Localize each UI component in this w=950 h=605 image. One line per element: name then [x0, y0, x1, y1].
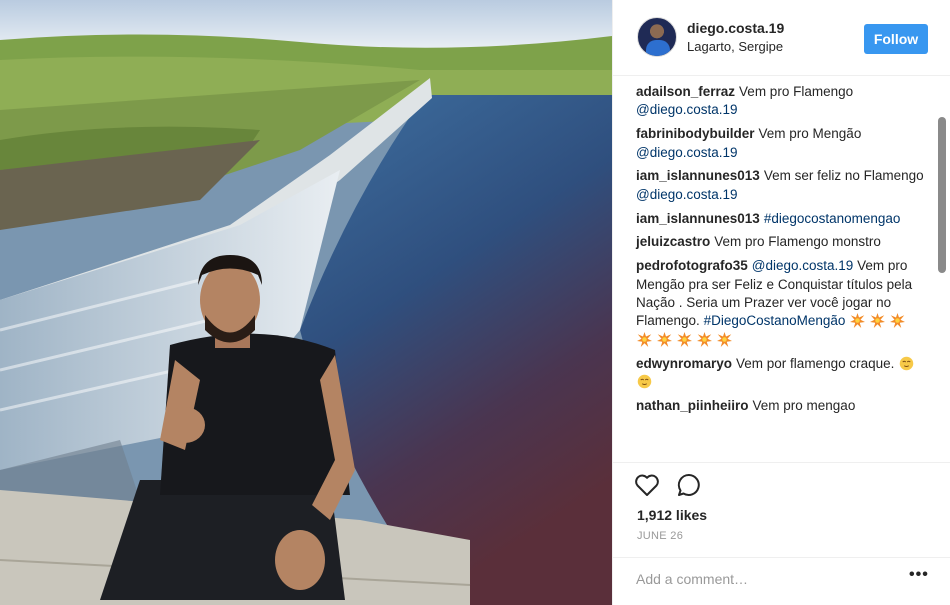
comment-item: adailson_ferraz Vem pro Flamengo @diego.c… [636, 83, 926, 120]
collision-emoji [697, 331, 712, 347]
likes-count[interactable]: 1,912 likes [637, 507, 707, 523]
post-header: diego.costa.19 Lagarto, Sergipe Follow [613, 0, 950, 76]
comments-scrollbar[interactable] [938, 117, 946, 273]
collision-emoji [890, 313, 906, 329]
post-photo [0, 0, 612, 605]
collision-emoji [637, 331, 652, 347]
comments-section[interactable]: adailson_ferraz Vem pro Flamengo @diego.c… [613, 77, 950, 462]
comment-username[interactable]: iam_islannunes013 [636, 211, 760, 226]
post-actions: 1,912 likes JUNE 26 [613, 462, 950, 557]
collision-emoji [677, 331, 692, 347]
comment-mention[interactable]: @diego.costa.19 [636, 145, 738, 160]
comment-username[interactable]: jeluizcastro [636, 234, 710, 249]
post-location[interactable]: Lagarto, Sergipe [687, 39, 783, 54]
collision-emoji [850, 313, 866, 329]
comment-mention[interactable]: @diego.costa.19 [636, 102, 738, 117]
post-date: JUNE 26 [637, 530, 684, 542]
follow-button[interactable]: Follow [864, 24, 928, 54]
post-side-panel: diego.costa.19 Lagarto, Sergipe Follow a… [612, 0, 950, 605]
collision-emoji [717, 331, 732, 347]
comment-list: adailson_ferraz Vem pro Flamengo @diego.c… [636, 83, 926, 421]
comment-username[interactable]: edwynromaryo [636, 356, 732, 371]
comment-text: Vem pro Flamengo monstro [714, 234, 881, 250]
comment-item: fabrinibodybuilder Vem pro Mengão @diego.… [636, 125, 926, 162]
comment-text: Vem pro mengao [752, 397, 856, 413]
comment-username[interactable]: pedrofotografo35 [636, 258, 748, 273]
comment-text: Vem ser feliz no Flamengo [763, 168, 924, 184]
collision-emoji [657, 331, 672, 347]
heart-icon[interactable] [634, 473, 660, 497]
comment-username[interactable]: iam_islannunes013 [636, 168, 760, 183]
comment-username[interactable]: nathan_piinheiiro [636, 398, 749, 413]
collision-emoji [870, 313, 886, 329]
comment-item: nathan_piinheiiro Vem pro mengao [636, 397, 926, 415]
relieved-face-emoji [899, 356, 914, 370]
add-comment-bar: ••• [613, 557, 950, 605]
post-username[interactable]: diego.costa.19 [687, 20, 784, 36]
comment-hashtag[interactable]: #diegocostanomengao [764, 211, 901, 226]
comment-bubble-icon[interactable] [676, 473, 702, 497]
comment-text: Vem por flamengo craque. [736, 355, 895, 371]
comment-item: jeluizcastro Vem pro Flamengo monstro [636, 233, 926, 251]
comment-item: edwynromaryo Vem por flamengo craque. [636, 355, 926, 392]
add-comment-input[interactable] [636, 568, 886, 590]
comment-username[interactable]: adailson_ferraz [636, 84, 735, 99]
photo-scene [0, 0, 612, 605]
relieved-face-emoji [637, 374, 652, 389]
comment-text: Vem pro Mengão [758, 126, 862, 142]
comment-mention[interactable]: @diego.costa.19 [636, 187, 738, 202]
more-options-icon[interactable]: ••• [909, 566, 929, 584]
avatar[interactable] [637, 17, 677, 57]
comment-text: Vem pro Flamengo [739, 84, 854, 99]
comment-hashtag[interactable]: #DiegoCostanoMengão [704, 313, 846, 328]
comment-item: pedrofotografo35 @diego.costa.19 Vem pro … [636, 257, 926, 349]
comment-username[interactable]: fabrinibodybuilder [636, 126, 755, 141]
comment-item: iam_islannunes013 Vem ser feliz no Flamen… [636, 167, 926, 204]
comment-mention[interactable]: @diego.costa.19 [752, 258, 854, 273]
comment-item: iam_islannunes013 #diegocostanomengao [636, 210, 926, 228]
